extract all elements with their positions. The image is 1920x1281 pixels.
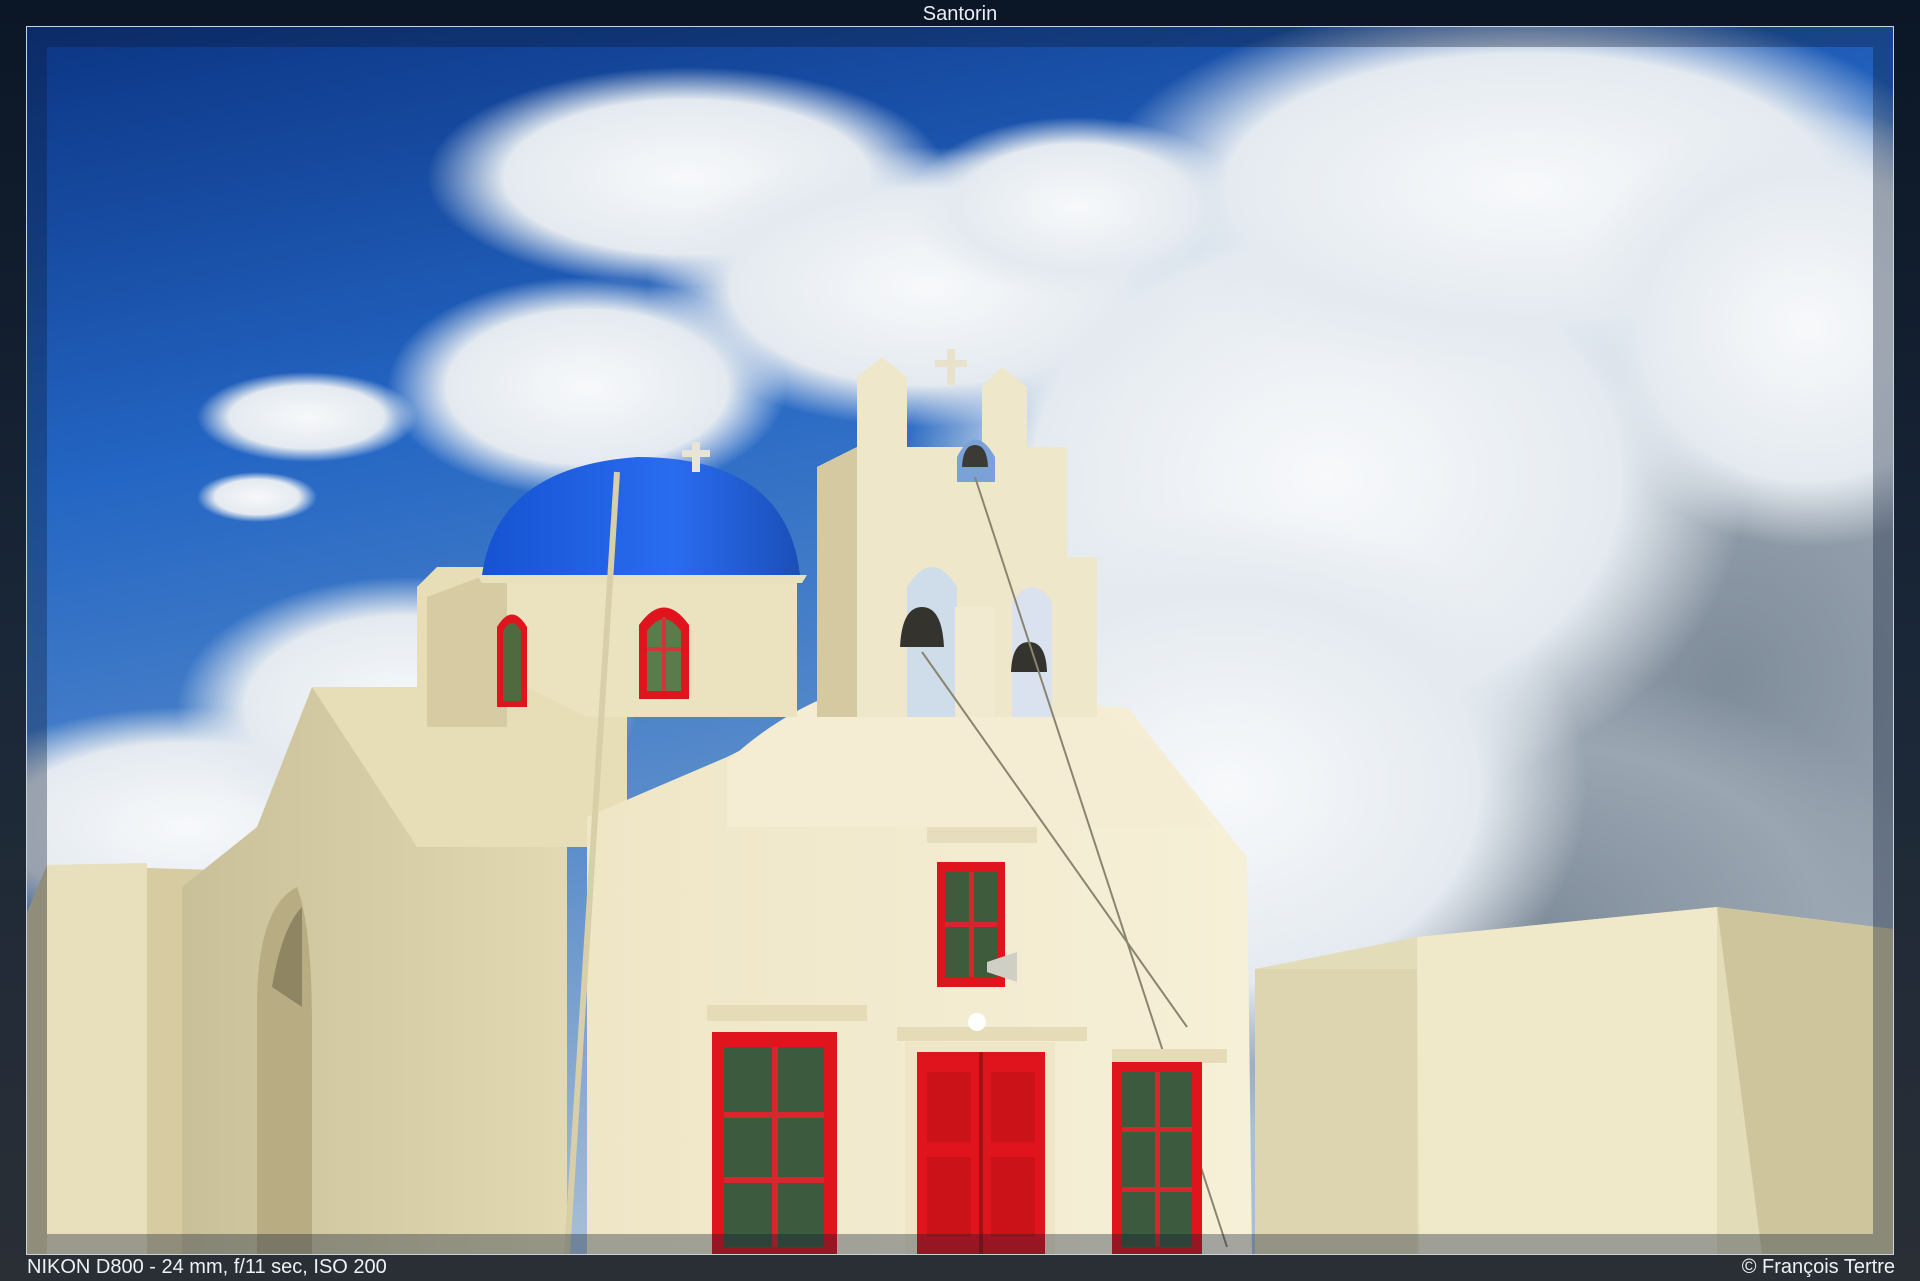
photo-frame: Santorin NIKON D800 - 24 mm, f/11 sec, I… (0, 0, 1920, 1281)
copyright-caption: © François Tertre (1741, 1256, 1895, 1278)
photo-image (26, 26, 1894, 1255)
red-door (905, 1042, 1055, 1254)
church-photo (27, 27, 1893, 1254)
photo-title: Santorin (922, 3, 998, 25)
terrace-walls (1255, 907, 1893, 1254)
exif-caption: NIKON D800 - 24 mm, f/11 sec, ISO 200 (27, 1256, 387, 1278)
